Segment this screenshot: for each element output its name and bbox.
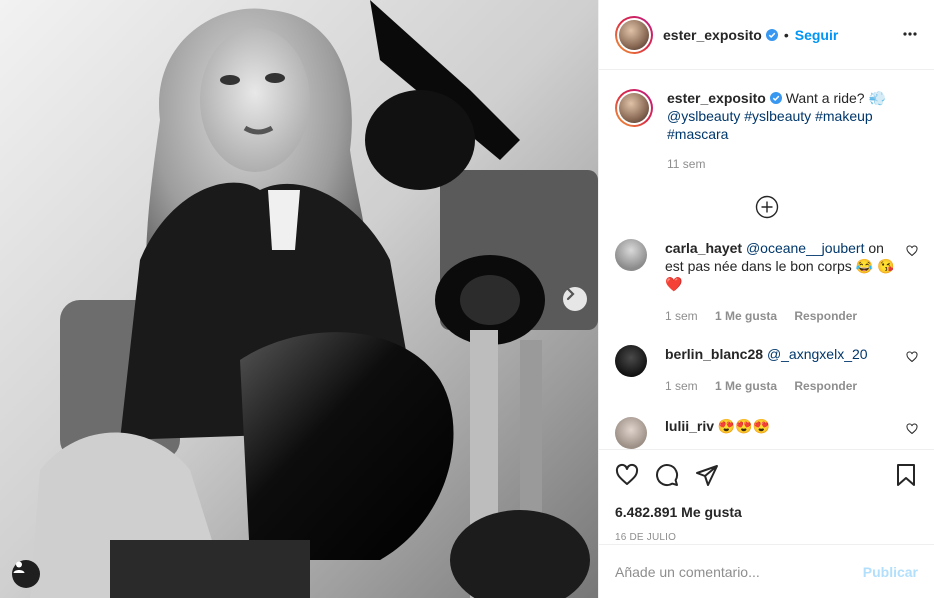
caption-emoji: 💨 — [868, 90, 886, 106]
comment-item: lulii_riv 😍😍😍 — [615, 417, 918, 449]
post-caption: ester_exposito Want a ride? 💨 @yslbeauty… — [615, 71, 918, 173]
commenter-avatar[interactable] — [615, 239, 647, 271]
caption-mention[interactable]: @yslbeauty — [667, 108, 740, 124]
like-comment-heart-icon[interactable] — [906, 351, 918, 363]
comment-time[interactable]: 1 sem — [665, 379, 698, 393]
load-more-comments-button[interactable] — [615, 195, 918, 219]
comment-mention[interactable]: @_axngxelx_20 — [767, 346, 868, 362]
post-header: ester_exposito • Seguir — [599, 0, 934, 70]
like-comment-heart-icon[interactable] — [906, 245, 918, 257]
post-date[interactable]: 16 DE JULIO — [615, 532, 918, 543]
comment-item: carla_hayet @oceane__joubert on est pas … — [615, 239, 918, 325]
more-options-icon[interactable] — [902, 26, 918, 42]
tagged-users-button[interactable] — [12, 560, 40, 588]
separator-dot: • — [783, 26, 789, 43]
comment-reply-button[interactable]: Responder — [794, 309, 857, 323]
bookmark-icon[interactable] — [894, 463, 918, 487]
like-heart-icon[interactable] — [615, 463, 639, 487]
publish-button[interactable]: Publicar — [863, 564, 918, 580]
author-avatar[interactable] — [615, 15, 653, 54]
comments-list[interactable]: ester_exposito Want a ride? 💨 @yslbeauty… — [599, 71, 934, 449]
plus-circle-icon — [755, 195, 778, 219]
caption-username[interactable]: ester_exposito — [667, 90, 766, 106]
author-username[interactable]: ester_exposito — [663, 27, 762, 43]
comment-bubble-icon[interactable] — [655, 463, 679, 487]
verified-badge-icon — [769, 92, 782, 104]
commenter-avatar[interactable] — [615, 417, 647, 449]
hashtag-link[interactable]: #makeup — [815, 108, 873, 124]
comment-likes[interactable]: 1 Me gusta — [715, 309, 777, 323]
comment-username[interactable]: carla_hayet — [665, 240, 742, 256]
user-icon — [13, 561, 25, 573]
comment-username[interactable]: lulii_riv — [665, 418, 714, 434]
comment-text: 😍😍😍 — [717, 418, 771, 434]
likes-count[interactable]: 6.482.891 Me gusta — [615, 504, 918, 520]
share-paper-plane-icon[interactable] — [695, 463, 719, 487]
comment-likes[interactable]: 1 Me gusta — [715, 379, 777, 393]
post-actions: 6.482.891 Me gusta 16 DE JULIO — [599, 449, 934, 543]
comment-input[interactable] — [615, 563, 863, 580]
add-comment-bar: Publicar — [599, 544, 934, 598]
post-photo-illustration — [0, 0, 598, 598]
next-image-button[interactable] — [563, 287, 587, 311]
caption-text: Want a ride? — [785, 90, 865, 106]
hashtag-link[interactable]: #yslbeauty — [744, 108, 811, 124]
like-comment-heart-icon[interactable] — [906, 423, 918, 435]
comment-item: berlin_blanc28 @_axngxelx_20 1 sem 1 Me … — [615, 345, 918, 395]
avatar-image — [619, 19, 649, 50]
comment-time[interactable]: 1 sem — [665, 309, 698, 323]
follow-button[interactable]: Seguir — [795, 27, 839, 43]
verified-badge-icon — [765, 28, 778, 41]
post-image[interactable] — [0, 0, 598, 598]
caption-time[interactable]: 11 sem — [667, 155, 917, 173]
hashtag-link[interactable]: #mascara — [667, 126, 728, 142]
comment-username[interactable]: berlin_blanc28 — [665, 346, 763, 362]
chevron-right-icon — [566, 287, 575, 301]
post-details-panel: ester_exposito • Seguir ester_exposito W… — [598, 0, 934, 598]
caption-author-avatar[interactable] — [615, 89, 653, 127]
comment-reply-button[interactable]: Responder — [794, 379, 857, 393]
commenter-avatar[interactable] — [615, 345, 647, 377]
comment-mention[interactable]: @oceane__joubert — [746, 240, 865, 256]
